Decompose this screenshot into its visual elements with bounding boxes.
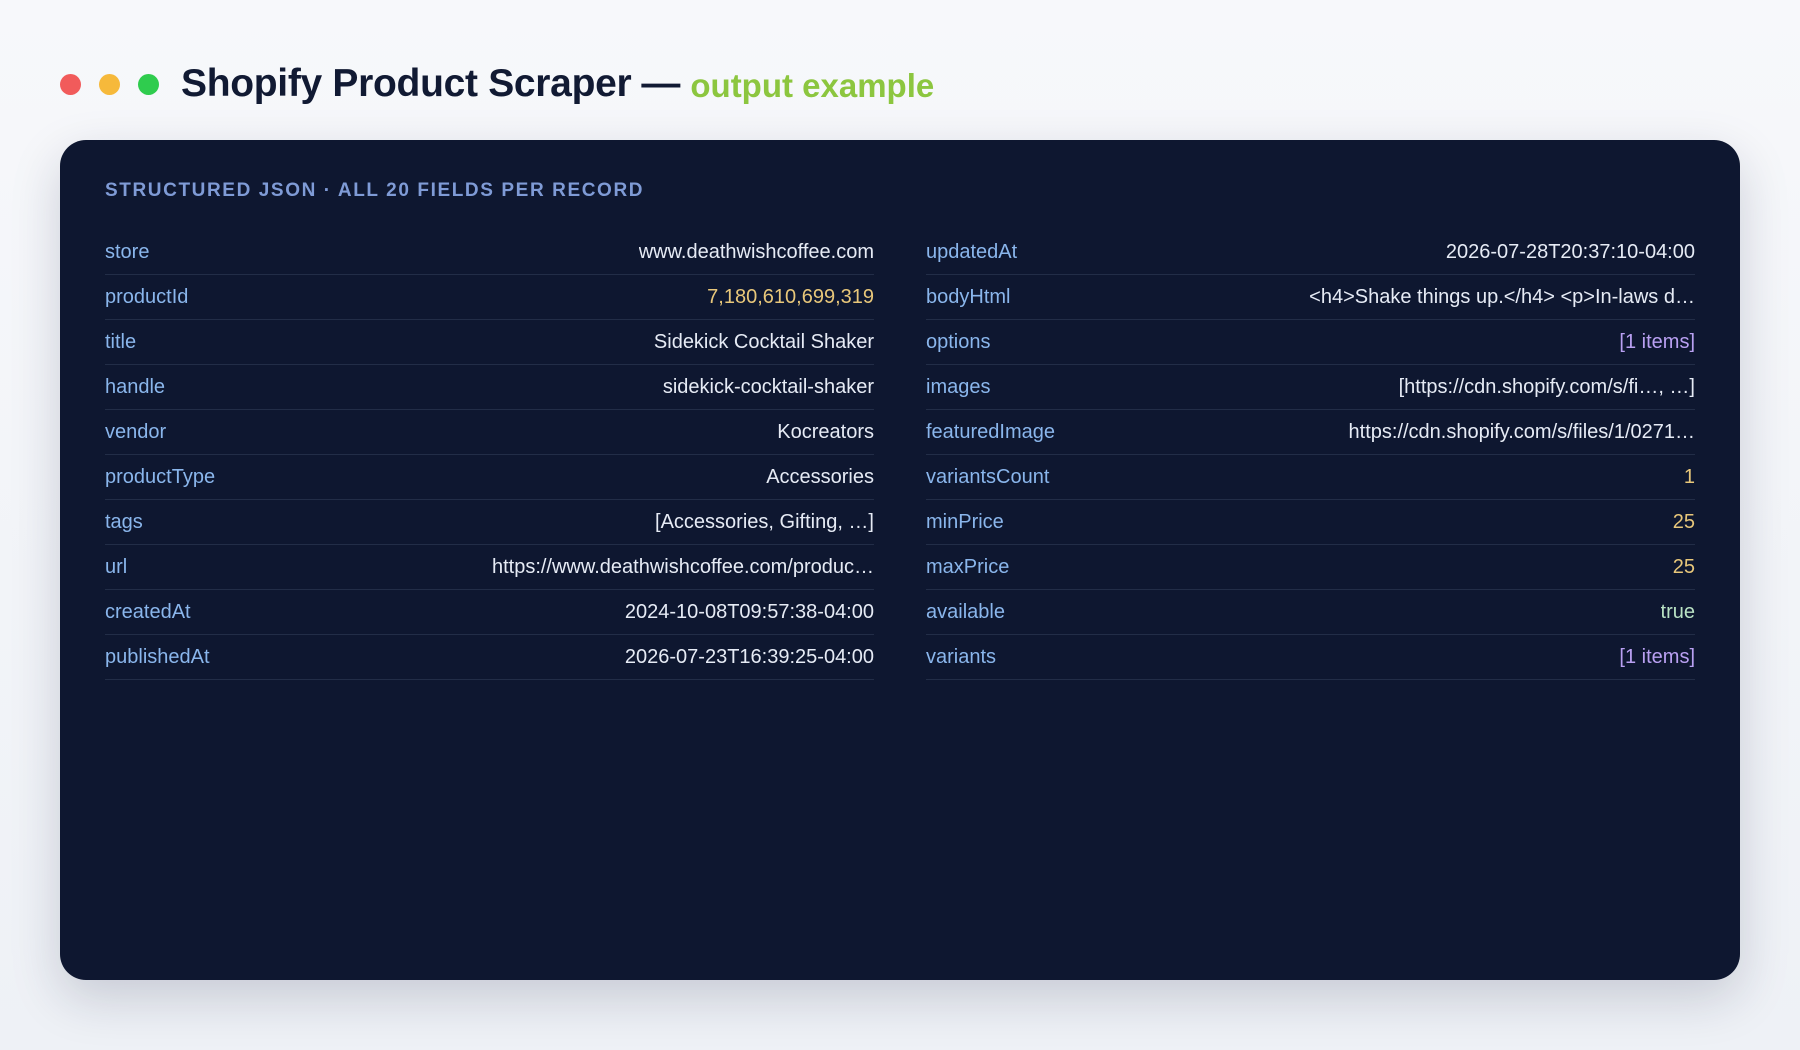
fields-column-right: updatedAt 2026-07-28T20:37:10-04:00 bodyH… [926, 230, 1695, 680]
field-value: 1 [1683, 465, 1695, 488]
field-key: productType [105, 465, 216, 488]
field-value: www.deathwishcoffee.com [638, 240, 874, 263]
field-key: handle [105, 375, 166, 398]
field-row-createdAt: createdAt 2024-10-08T09:57:38-04:00 [105, 590, 874, 635]
field-row-variants: variants [1 items] [926, 635, 1695, 680]
field-value: [1 items] [1619, 330, 1695, 353]
field-row-updatedAt: updatedAt 2026-07-28T20:37:10-04:00 [926, 230, 1695, 275]
field-row-handle: handle sidekick-cocktail-shaker [105, 365, 874, 410]
field-row-publishedAt: publishedAt 2026-07-23T16:39:25-04:00 [105, 635, 874, 680]
field-key: bodyHtml [926, 285, 1011, 308]
fields-column-left: store www.deathwishcoffee.com productId 7,… [105, 230, 874, 680]
field-value: 7,180,610,699,319 [707, 285, 874, 308]
field-key: url [105, 555, 128, 578]
title-bar: Shopify Product Scraper — output example [60, 58, 934, 110]
field-row-featuredImage: featuredImage https://cdn.shopify.com/s/f… [926, 410, 1695, 455]
field-key: createdAt [105, 600, 191, 623]
field-key: variantsCount [926, 465, 1050, 488]
field-key: maxPrice [926, 555, 1010, 578]
field-row-vendor: vendor Kocreators [105, 410, 874, 455]
field-value: Accessories [766, 465, 874, 488]
field-value: 2024-10-08T09:57:38-04:00 [624, 600, 874, 623]
field-value: <h4>Shake things up.</h4> <p>In-laws d… [1309, 285, 1695, 308]
field-row-images: images [https://cdn.shopify.com/s/fi…, …] [926, 365, 1695, 410]
field-key: minPrice [926, 510, 1004, 533]
field-row-url: url https://www.deathwishcoffee.com/produ… [105, 545, 874, 590]
field-row-bodyHtml: bodyHtml <h4>Shake things up.</h4> <p>In-… [926, 275, 1695, 320]
field-key: available [926, 600, 1005, 623]
page-title: Shopify Product Scraper [181, 62, 632, 105]
field-value: 25 [1672, 555, 1695, 578]
field-key: publishedAt [105, 645, 210, 668]
field-value: [https://cdn.shopify.com/s/fi…, …] [1398, 375, 1695, 398]
field-value: 25 [1672, 510, 1695, 533]
field-key: images [926, 375, 991, 398]
field-row-productId: productId 7,180,610,699,319 [105, 275, 874, 320]
field-row-productType: productType Accessories [105, 455, 874, 500]
section-heading: STRUCTURED JSON · ALL 20 FIELDS PER RECO… [105, 180, 645, 201]
field-row-minPrice: minPrice 25 [926, 500, 1695, 545]
field-row-title: title Sidekick Cocktail Shaker [105, 320, 874, 365]
field-value: https://cdn.shopify.com/s/files/1/0271… [1348, 420, 1695, 443]
window-minimize-dot[interactable] [99, 73, 120, 95]
field-key: store [105, 240, 150, 263]
json-output-card: STRUCTURED JSON · ALL 20 FIELDS PER RECO… [60, 140, 1740, 980]
field-key: options [926, 330, 991, 353]
field-value: https://www.deathwishcoffee.com/produc… [491, 555, 874, 578]
field-key: updatedAt [926, 240, 1018, 263]
window-maximize-dot[interactable] [138, 73, 159, 95]
field-key: featuredImage [926, 420, 1055, 443]
field-row-options: options [1 items] [926, 320, 1695, 365]
title-separator: — [641, 62, 681, 105]
field-value: true [1660, 600, 1695, 623]
field-key: vendor [105, 420, 167, 443]
field-value: 2026-07-23T16:39:25-04:00 [624, 645, 874, 668]
field-row-maxPrice: maxPrice 25 [926, 545, 1695, 590]
field-value: Sidekick Cocktail Shaker [653, 330, 874, 353]
field-value: 2026-07-28T20:37:10-04:00 [1445, 240, 1695, 263]
field-value: Kocreators [777, 420, 874, 443]
field-key: title [105, 330, 137, 353]
window-close-dot[interactable] [60, 73, 81, 95]
field-key: variants [926, 645, 997, 668]
field-value: [1 items] [1619, 645, 1695, 668]
page-subtitle: output example [690, 67, 935, 104]
field-key: tags [105, 510, 143, 533]
field-row-variantsCount: variantsCount 1 [926, 455, 1695, 500]
field-value: [Accessories, Gifting, …] [655, 510, 874, 533]
field-key: productId [105, 285, 189, 308]
field-row-available: available true [926, 590, 1695, 635]
field-row-store: store www.deathwishcoffee.com [105, 230, 874, 275]
field-value: sidekick-cocktail-shaker [662, 375, 874, 398]
field-row-tags: tags [Accessories, Gifting, …] [105, 500, 874, 545]
